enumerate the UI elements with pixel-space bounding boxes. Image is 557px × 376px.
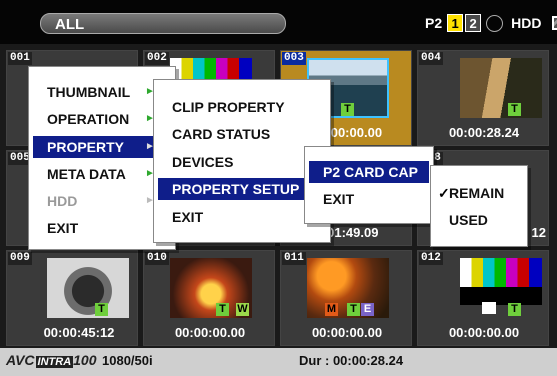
menu-item-label: HDD [47, 193, 78, 209]
codec-logo: AVC INTRA 100 [6, 352, 97, 368]
menu-item-p2-card-cap[interactable]: P2 CARD CAP [309, 161, 429, 183]
clip-number: 010 [145, 252, 169, 265]
clip-number: 003 [282, 52, 306, 65]
empty-slot-icon [486, 14, 504, 32]
clip-timecode: 00:00:00.00 [311, 325, 383, 340]
codec-prefix: AVC [6, 352, 35, 368]
hdd-label: HDD [511, 15, 542, 31]
menu-item-label: PROPERTY [47, 139, 125, 155]
codec-suffix: 100 [73, 352, 97, 368]
menu-item-label: META DATA [47, 166, 126, 182]
text-memo-badge: T [508, 303, 521, 316]
clip-tile[interactable]: 009 T 00:00:45:12 [6, 250, 138, 346]
clip-timecode: 00:00:45:12 [43, 325, 115, 340]
menu-item-label: OPERATION [47, 111, 130, 127]
clip-number: 004 [419, 52, 443, 65]
media-status: P2 1 2 HDD [425, 12, 557, 34]
menu-item-operation[interactable]: OPERATION ► [33, 108, 171, 130]
bottom-status-bar: AVC INTRA 100 1080/50i Dur : 00:00:28.24 [0, 348, 557, 376]
p2-label: P2 [425, 15, 443, 31]
menu-item-devices[interactable]: DEVICES [158, 151, 326, 173]
clip-tile[interactable]: 012 T 00:00:00.00 [417, 250, 549, 346]
clip-timecode: 00:00:00.00 [174, 325, 246, 340]
clip-number: 012 [419, 252, 443, 265]
p2-slot-1: 1 [447, 14, 464, 32]
clip-timecode: 00:00:00.00 [448, 325, 520, 340]
clip-badges: T [47, 303, 129, 317]
clip-number: 009 [8, 252, 32, 265]
clip-timecode: 00:00:28.24 [448, 125, 520, 140]
text-memo-badge: T [95, 303, 108, 316]
menu-item-thumbnail[interactable]: THUMBNAIL ► [33, 81, 171, 103]
menu-item-clip-property[interactable]: CLIP PROPERTY [158, 96, 326, 118]
clip-badges: T [460, 303, 542, 317]
option-label: USED [449, 212, 488, 228]
menu-item-label: EXIT [47, 220, 79, 236]
white-balance-badge: W [236, 303, 249, 316]
clip-number: 002 [145, 52, 169, 65]
menu-item-hdd: HDD ► [33, 190, 171, 212]
text-memo-badge: T [347, 303, 360, 316]
option-remain[interactable]: ✓ REMAIN [435, 182, 523, 204]
menu-item-property[interactable]: PROPERTY ► [33, 136, 171, 158]
option-label: REMAIN [449, 185, 505, 201]
edit-badge: E [361, 303, 374, 316]
clip-filter-tab[interactable]: ALL [40, 13, 286, 34]
text-memo-badge: T [216, 303, 229, 316]
video-format: 1080/50i [102, 353, 153, 368]
clip-filter-label: ALL [55, 16, 85, 33]
menu-item-exit[interactable]: EXIT [33, 217, 171, 239]
clip-number: 001 [8, 52, 32, 65]
shot-mark-badge: M [325, 303, 338, 316]
clip-duration: Dur : 00:00:28.24 [299, 353, 404, 368]
battery-icon [552, 16, 557, 30]
menu-item-exit[interactable]: EXIT [158, 206, 326, 228]
menu-item-card-status[interactable]: CARD STATUS [158, 123, 326, 145]
clip-tile[interactable]: 011 M T E 00:00:00.00 [280, 250, 412, 346]
property-setup-submenu: P2 CARD CAP EXIT [304, 146, 434, 224]
clip-badges: M T E [307, 303, 389, 317]
option-used[interactable]: USED [435, 209, 523, 231]
clip-badges: T W [170, 303, 252, 317]
clip-number: 011 [282, 252, 306, 265]
clip-tile[interactable]: 004 T 00:00:28.24 [417, 50, 549, 146]
top-status-bar: ALL P2 1 2 HDD [0, 0, 557, 44]
p2-slot-2: 2 [465, 14, 482, 32]
clip-badges: T [460, 103, 542, 117]
menu-item-property-setup[interactable]: PROPERTY SETUP [158, 178, 326, 200]
checkmark-icon: ✓ [438, 185, 450, 201]
clip-tile[interactable]: 010 T W 00:00:00.00 [143, 250, 275, 346]
text-memo-badge: T [341, 103, 354, 116]
menu-item-label: THUMBNAIL [47, 84, 131, 100]
menu-item-meta-data[interactable]: META DATA ► [33, 163, 171, 185]
menu-item-exit[interactable]: EXIT [309, 188, 429, 210]
text-memo-badge: T [508, 103, 521, 116]
codec-intra: INTRA [35, 356, 74, 368]
card-capacity-submenu: ✓ REMAIN USED [430, 165, 528, 247]
